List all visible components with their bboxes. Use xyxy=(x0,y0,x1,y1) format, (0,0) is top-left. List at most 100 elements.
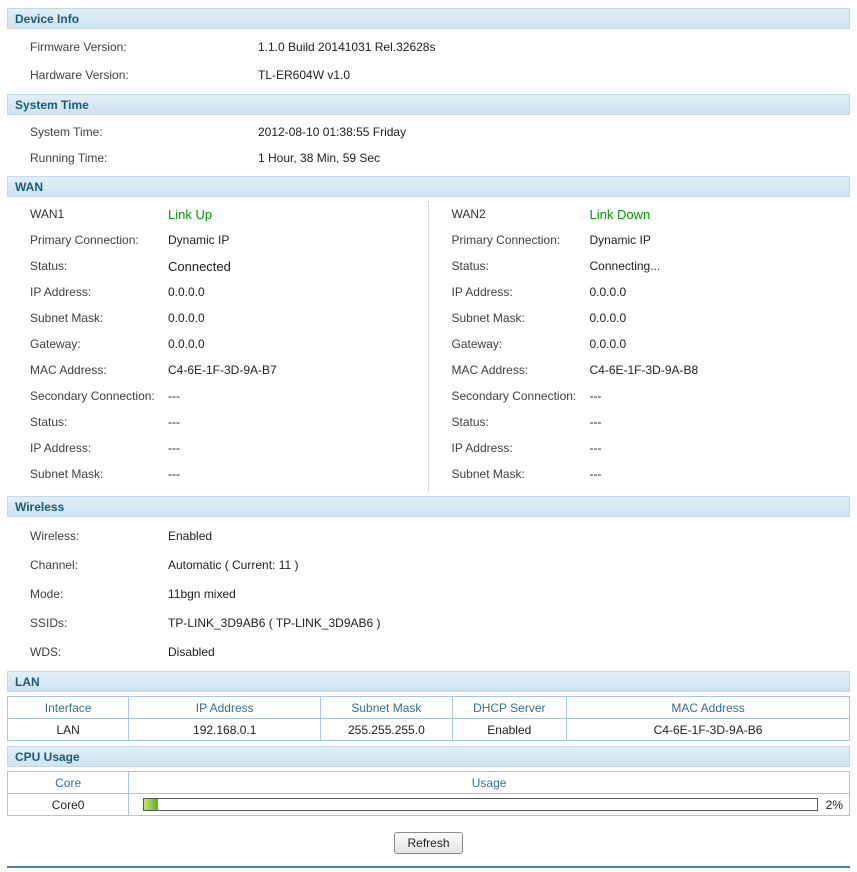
field-label: Hardware Version: xyxy=(30,68,129,82)
field-label: Subnet Mask: xyxy=(451,311,525,325)
wan-row: IP Address: --- xyxy=(429,435,851,461)
device-info-row: Hardware Version: TL-ER604W v1.0 xyxy=(7,61,850,89)
section-title: LAN xyxy=(15,675,40,689)
field-label: Status: xyxy=(451,259,489,273)
field-label: IP Address: xyxy=(451,285,513,299)
wireless-row: WDS: Disabled xyxy=(7,637,850,666)
section-title: Wireless xyxy=(15,500,65,514)
field-value: Disabled xyxy=(168,644,215,659)
field-value: --- xyxy=(168,415,180,429)
section-title: Device Info xyxy=(15,12,80,26)
field-label: System Time: xyxy=(30,125,103,139)
field-label: IP Address: xyxy=(30,441,92,455)
field-value: --- xyxy=(589,389,602,403)
field-value: 0.0.0.0 xyxy=(589,337,627,351)
footer-divider xyxy=(7,866,850,868)
cpu-table-row: Core0 2% xyxy=(6,793,850,816)
wan-row: Subnet Mask: 0.0.0.0 xyxy=(7,305,428,331)
section-title: System Time xyxy=(15,98,89,112)
wan-name: WAN1 xyxy=(30,207,65,221)
wan-row: Subnet Mask: --- xyxy=(429,461,851,487)
field-value: Automatic ( Current: 11 ) xyxy=(168,557,299,572)
field-label: Secondary Connection: xyxy=(451,389,577,403)
wan-link-status: Link Up xyxy=(168,206,213,222)
field-value: Dynamic IP xyxy=(589,233,651,247)
lan-header-dhcp: DHCP Server xyxy=(451,696,568,719)
wan-row: Gateway: 0.0.0.0 xyxy=(429,331,851,357)
field-value: --- xyxy=(589,467,602,481)
lan-header-interface: Interface xyxy=(6,696,130,719)
field-value: TL-ER604W v1.0 xyxy=(258,68,351,82)
field-label: IP Address: xyxy=(30,285,92,299)
field-label: IP Address: xyxy=(451,441,513,455)
field-label: MAC Address: xyxy=(451,363,529,377)
field-value: 1 Hour, 38 Min, 59 Sec xyxy=(258,151,381,165)
wan-row: Status: Connected xyxy=(7,253,428,279)
cpu-header-usage: Usage xyxy=(128,771,850,794)
cpu-usage-widget: 2% xyxy=(135,798,843,812)
wan2-column: WAN2 Link Down Primary Connection: Dynam… xyxy=(429,201,851,491)
field-value: Enabled xyxy=(168,528,213,543)
field-value: Dynamic IP xyxy=(168,233,230,247)
field-label: Primary Connection: xyxy=(451,233,561,247)
field-value: 2012-08-10 01:38:55 Friday xyxy=(258,125,407,139)
field-label: Status: xyxy=(30,415,68,429)
section-lan: LAN Interface IP Address Subnet Mask DHC… xyxy=(6,671,850,741)
wan-row: Primary Connection: Dynamic IP xyxy=(429,227,851,253)
lan-header-mask: Subnet Mask xyxy=(320,696,453,719)
wan-name: WAN2 xyxy=(451,207,486,221)
field-label: Firmware Version: xyxy=(30,40,127,54)
lan-cell-ip: 192.168.0.1 xyxy=(128,718,322,741)
field-value: --- xyxy=(168,441,180,455)
section-header-wireless: Wireless xyxy=(7,496,850,517)
cpu-table: Core Usage Core0 2% xyxy=(6,771,850,816)
field-label: Subnet Mask: xyxy=(30,467,104,481)
wan-columns: WAN1 Link Up Primary Connection: Dynamic… xyxy=(7,201,850,491)
field-value: --- xyxy=(589,441,602,455)
field-value: 0.0.0.0 xyxy=(168,311,205,325)
lan-table: Interface IP Address Subnet Mask DHCP Se… xyxy=(6,696,850,741)
section-header-system-time: System Time xyxy=(7,94,850,115)
field-label: Secondary Connection: xyxy=(30,389,155,403)
cpu-header-core: Core xyxy=(6,771,130,794)
wan-row: MAC Address: C4-6E-1F-3D-9A-B7 xyxy=(7,357,428,383)
section-system-time: System Time System Time: 2012-08-10 01:3… xyxy=(7,94,850,171)
wan-row: IP Address: 0.0.0.0 xyxy=(7,279,428,305)
wan-row: IP Address: --- xyxy=(7,435,428,461)
cpu-cell-usage: 2% xyxy=(128,793,850,816)
field-value: 0.0.0.0 xyxy=(168,285,205,299)
lan-table-row: LAN 192.168.0.1 255.255.255.0 Enabled C4… xyxy=(6,718,850,741)
field-value: 1.1.0 Build 20141031 Rel.32628s xyxy=(258,40,436,54)
section-cpu-usage: CPU Usage Core Usage Core0 2% xyxy=(6,746,850,816)
field-value: --- xyxy=(589,415,602,429)
field-value: 0.0.0.0 xyxy=(589,285,627,299)
system-time-row: System Time: 2012-08-10 01:38:55 Friday xyxy=(7,119,850,145)
field-label: Channel: xyxy=(30,557,79,572)
section-title: CPU Usage xyxy=(15,750,80,764)
wan-row: IP Address: 0.0.0.0 xyxy=(429,279,851,305)
field-label: Mode: xyxy=(30,586,64,601)
field-label: WDS: xyxy=(30,644,62,659)
field-value: 0.0.0.0 xyxy=(168,337,205,351)
wan-row: Status: Connecting... xyxy=(429,253,851,279)
field-label: Gateway: xyxy=(451,337,503,351)
field-label: SSIDs: xyxy=(30,615,68,630)
refresh-button[interactable]: Refresh xyxy=(394,832,463,854)
field-label: Status: xyxy=(30,259,68,273)
wan2-header-row: WAN2 Link Down xyxy=(429,201,851,227)
wan1-header-row: WAN1 Link Up xyxy=(7,201,428,227)
field-value: C4-6E-1F-3D-9A-B7 xyxy=(168,363,277,377)
wireless-row: Wireless: Enabled xyxy=(7,521,850,550)
wan-row: Subnet Mask: --- xyxy=(7,461,428,487)
lan-cell-interface: LAN xyxy=(6,718,130,741)
field-value: C4-6E-1F-3D-9A-B8 xyxy=(589,363,699,377)
cpu-table-header-row: Core Usage xyxy=(6,771,850,794)
wan1-column: WAN1 Link Up Primary Connection: Dynamic… xyxy=(7,201,429,491)
system-time-row: Running Time: 1 Hour, 38 Min, 59 Sec xyxy=(7,145,850,171)
field-label: Status: xyxy=(451,415,489,429)
section-wireless: Wireless Wireless: Enabled Channel: Auto… xyxy=(7,496,850,666)
lan-cell-mask: 255.255.255.0 xyxy=(320,718,453,741)
section-title: WAN xyxy=(15,180,43,194)
field-value: 11bgn mixed xyxy=(168,586,236,601)
wireless-row: Channel: Automatic ( Current: 11 ) xyxy=(7,550,850,579)
